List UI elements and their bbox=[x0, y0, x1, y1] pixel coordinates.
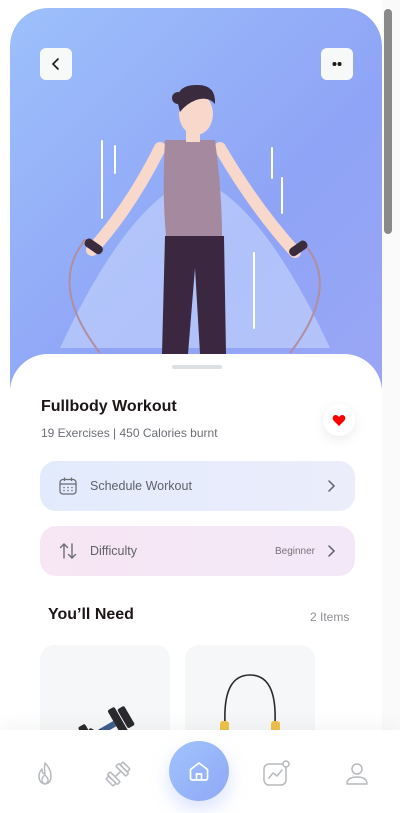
schedule-workout-row[interactable]: Schedule Workout bbox=[40, 461, 355, 511]
equipment-section-title: You’ll Need bbox=[48, 606, 134, 623]
flame-icon[interactable] bbox=[31, 760, 59, 788]
swap-vertical-icon bbox=[59, 543, 77, 559]
workout-title: Fullbody Workout bbox=[41, 398, 177, 415]
activity-chart-icon[interactable] bbox=[262, 760, 290, 788]
home-button[interactable] bbox=[169, 741, 229, 801]
more-options-button[interactable] bbox=[321, 48, 353, 80]
workout-detail-screen: Fullbody Workout 19 Exercises | 450 Calo… bbox=[10, 8, 382, 813]
calendar-icon bbox=[59, 477, 77, 495]
chevron-right-icon bbox=[328, 545, 336, 557]
home-icon bbox=[189, 762, 209, 781]
scrollbar-thumb[interactable] bbox=[384, 9, 392, 234]
difficulty-label: Difficulty bbox=[90, 544, 138, 558]
chevron-right-icon bbox=[328, 480, 336, 492]
bottom-navigation bbox=[0, 730, 400, 813]
back-button[interactable] bbox=[40, 48, 72, 80]
workout-subtitle: 19 Exercises | 450 Calories burnt bbox=[41, 426, 218, 440]
equipment-count: 2 Items bbox=[310, 610, 350, 624]
favorite-button[interactable] bbox=[323, 404, 355, 436]
sheet-handle[interactable] bbox=[172, 365, 222, 369]
schedule-workout-label: Schedule Workout bbox=[90, 479, 192, 493]
difficulty-value: Beginner bbox=[274, 545, 315, 557]
dumbbell-icon[interactable] bbox=[104, 760, 132, 788]
difficulty-row[interactable]: Difficulty Beginner bbox=[40, 526, 355, 576]
heart-icon bbox=[332, 414, 346, 426]
more-dots-icon bbox=[332, 62, 342, 66]
hero-banner bbox=[10, 8, 382, 388]
chevron-left-icon bbox=[51, 58, 59, 70]
profile-icon[interactable] bbox=[343, 760, 371, 788]
